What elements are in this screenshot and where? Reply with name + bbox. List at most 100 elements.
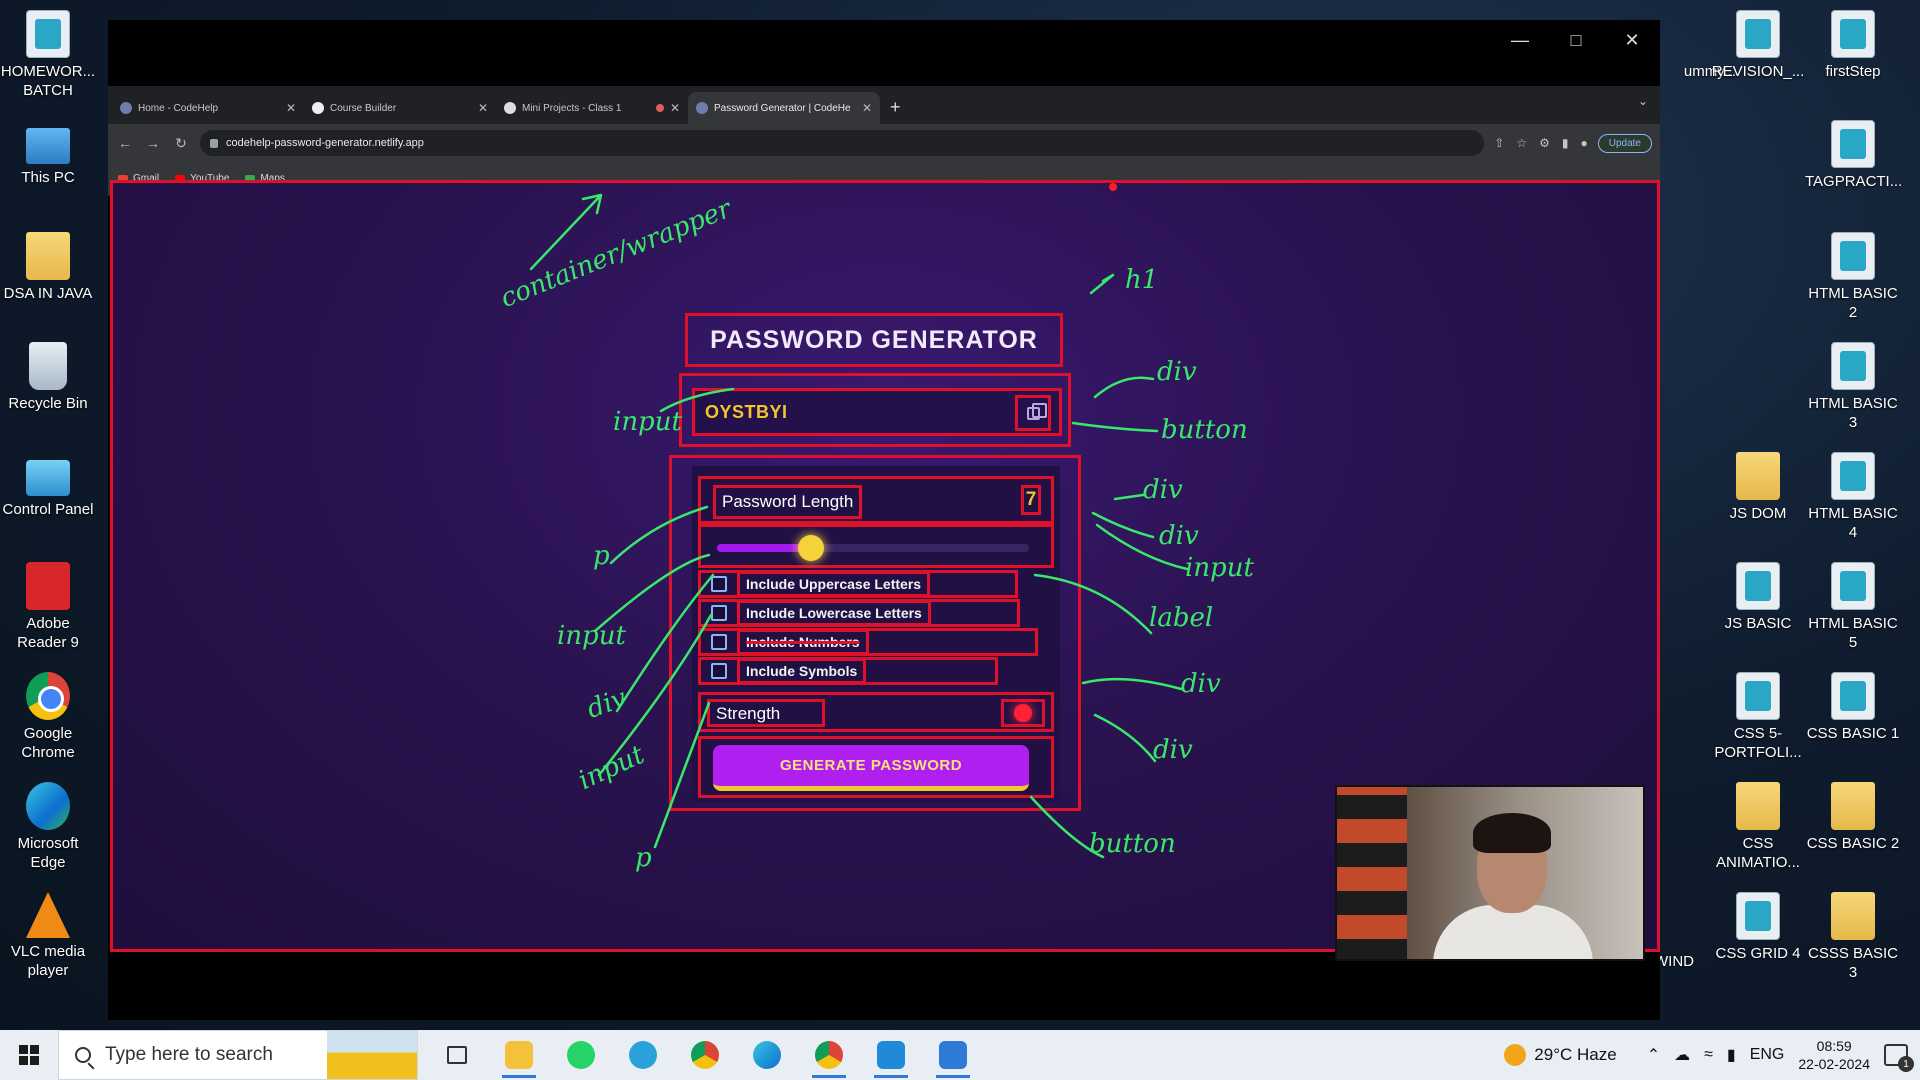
password-display-input[interactable]: OYSTBYI xyxy=(692,388,1062,436)
desktop-icon-vlc[interactable]: VLC media player xyxy=(0,892,96,980)
desktop-icon-html-basic-2[interactable]: HTML BASIC 2 xyxy=(1805,232,1901,322)
taskbar-screen-recorder[interactable] xyxy=(922,1030,984,1080)
option-symbols[interactable]: Include Symbols xyxy=(698,657,998,685)
desktop-icon-css-grid-4[interactable]: CSS GRID 4 xyxy=(1710,892,1806,963)
document-icon xyxy=(1736,10,1780,58)
profile-icon[interactable]: ● xyxy=(1581,136,1588,150)
folder-icon xyxy=(1831,782,1875,830)
desktop-icon-adobe-reader[interactable]: Adobe Reader 9 xyxy=(0,562,96,652)
desktop-icon-css-animation[interactable]: CSS ANIMATIO... xyxy=(1710,782,1806,872)
search-icon xyxy=(75,1047,91,1063)
desktop-icon-html-basic-3[interactable]: HTML BASIC 3 xyxy=(1805,342,1901,432)
taskbar-whatsapp[interactable] xyxy=(550,1030,612,1080)
tab-close-icon[interactable]: ✕ xyxy=(862,101,872,115)
extensions-icon[interactable]: ⚙ xyxy=(1539,136,1550,150)
length-label: Password Length xyxy=(713,485,863,519)
sidepanel-icon[interactable]: ▮ xyxy=(1562,136,1569,150)
lock-icon xyxy=(210,138,218,148)
desktop-icon-js-basic[interactable]: JS BASIC xyxy=(1710,562,1806,633)
codehelp-favicon-icon xyxy=(120,102,132,114)
url-field[interactable]: codehelp-password-generator.netlify.app xyxy=(200,130,1485,156)
taskbar-vscode[interactable] xyxy=(860,1030,922,1080)
language-indicator[interactable]: ENG xyxy=(1750,1046,1785,1064)
tab-close-icon[interactable]: ✕ xyxy=(670,101,680,115)
battery-icon[interactable]: ▮ xyxy=(1727,1045,1736,1065)
star-icon[interactable]: ☆ xyxy=(1516,136,1527,150)
clock[interactable]: 08:59 22-02-2024 xyxy=(1798,1037,1870,1073)
wifi-icon[interactable]: ≈ xyxy=(1704,1046,1713,1064)
settings-card: Password Length 7 Include Uppercase Lett… xyxy=(692,466,1060,802)
tab-course-builder[interactable]: Course Builder ✕ xyxy=(304,92,496,124)
webcam-background xyxy=(1337,787,1407,959)
taskbar-edge[interactable] xyxy=(736,1030,798,1080)
options-list: Include Uppercase Letters Include Lowerc… xyxy=(698,570,1054,686)
annotation-input-display: input xyxy=(613,407,682,437)
desktop-icon-html-basic-5[interactable]: HTML BASIC 5 xyxy=(1805,562,1901,652)
back-icon[interactable]: ← xyxy=(116,135,134,151)
windows-logo-icon xyxy=(19,1045,39,1065)
taskbar-chrome-profile[interactable] xyxy=(798,1030,860,1080)
desktop-icon-dsa-java[interactable]: DSA IN JAVA xyxy=(0,232,96,303)
new-tab-button[interactable]: + xyxy=(880,97,911,124)
tab-search-icon[interactable]: ⌄ xyxy=(1638,94,1648,108)
tab-password-generator[interactable]: Password Generator | CodeHe ✕ xyxy=(688,92,880,124)
taskbar-telegram[interactable] xyxy=(612,1030,674,1080)
share-icon[interactable]: ⇧ xyxy=(1494,136,1504,150)
option-uppercase[interactable]: Include Uppercase Letters xyxy=(698,570,1018,598)
desktop-icon-revision[interactable]: REVISION_... xyxy=(1710,10,1806,81)
uppercase-checkbox[interactable] xyxy=(711,576,727,592)
lowercase-checkbox[interactable] xyxy=(711,605,727,621)
desktop-icon-css-basic-1[interactable]: CSS BASIC 1 xyxy=(1805,672,1901,743)
tab-close-icon[interactable]: ✕ xyxy=(286,101,296,115)
maximize-icon[interactable]: □ xyxy=(1548,20,1604,60)
desktop-icon-tagpractice[interactable]: TAGPRACTI... xyxy=(1805,120,1902,191)
desktop-icon-recycle-bin[interactable]: Recycle Bin xyxy=(0,342,96,413)
chevron-up-icon[interactable]: ⌃ xyxy=(1647,1045,1660,1065)
taskbar-apps xyxy=(426,1030,984,1080)
desktop-icon-this-pc[interactable]: This PC xyxy=(0,120,96,187)
slider-thumb[interactable] xyxy=(797,535,824,561)
password-display-container: OYSTBYI xyxy=(679,373,1071,447)
desktop-icon-js-dom[interactable]: JS DOM xyxy=(1710,452,1806,523)
close-icon[interactable]: ✕ xyxy=(1604,20,1660,60)
notification-center-icon[interactable]: 1 xyxy=(1884,1044,1914,1072)
reload-icon[interactable]: ↻ xyxy=(172,135,190,152)
document-icon xyxy=(1831,232,1875,280)
taskbar-chrome[interactable] xyxy=(674,1030,736,1080)
minimize-icon[interactable]: — xyxy=(1492,20,1548,60)
tab-close-icon[interactable]: ✕ xyxy=(478,101,488,115)
desktop-icon-homework[interactable]: HOMEWOR... BATCH xyxy=(0,10,96,100)
forward-icon[interactable]: → xyxy=(144,135,162,151)
weather-widget[interactable]: 29°C Haze xyxy=(1504,1044,1617,1066)
generate-password-button[interactable]: GENERATE PASSWORD xyxy=(713,745,1029,791)
desktop-icon-css-basic-2[interactable]: CSS BASIC 2 xyxy=(1805,782,1901,853)
update-button[interactable]: Update xyxy=(1597,133,1652,153)
desktop-icon-html-basic-4[interactable]: HTML BASIC 4 xyxy=(1805,452,1901,542)
desktop-icon-firststep[interactable]: firstStep xyxy=(1805,10,1901,81)
document-icon xyxy=(1736,892,1780,940)
length-slider[interactable] xyxy=(717,535,1029,561)
numbers-checkbox[interactable] xyxy=(711,634,727,650)
taskbar-search[interactable]: Type here to search xyxy=(58,1030,418,1080)
desktop-icon-chrome[interactable]: Google Chrome xyxy=(0,672,96,762)
desktop-icon-control-panel[interactable]: Control Panel xyxy=(0,452,96,519)
taskbar-file-explorer[interactable] xyxy=(488,1030,550,1080)
option-lowercase[interactable]: Include Lowercase Letters xyxy=(698,599,1020,627)
desktop-icon-css-portfolio[interactable]: CSS 5-PORTFOLI... xyxy=(1710,672,1806,762)
vscode-icon xyxy=(877,1041,905,1069)
desktop-icon-edge[interactable]: Microsoft Edge xyxy=(0,782,96,872)
webcam-overlay xyxy=(1335,785,1645,961)
copy-button[interactable] xyxy=(1015,395,1051,431)
symbols-checkbox[interactable] xyxy=(711,663,727,679)
tab-home-codehelp[interactable]: Home - CodeHelp ✕ xyxy=(112,92,304,124)
tab-mini-projects[interactable]: Mini Projects - Class 1 ✕ xyxy=(496,92,688,124)
network-icon[interactable]: ☁ xyxy=(1674,1045,1690,1065)
file-explorer-icon xyxy=(505,1041,533,1069)
start-button[interactable] xyxy=(0,1030,58,1080)
length-row: Password Length 7 xyxy=(698,476,1054,524)
task-view-button[interactable] xyxy=(426,1030,488,1080)
option-numbers[interactable]: Include Numbers xyxy=(698,628,1038,656)
document-icon xyxy=(1736,562,1780,610)
screen-recorder-icon xyxy=(939,1041,967,1069)
desktop-icon-csss-basic-3[interactable]: CSSS BASIC 3 xyxy=(1805,892,1901,982)
